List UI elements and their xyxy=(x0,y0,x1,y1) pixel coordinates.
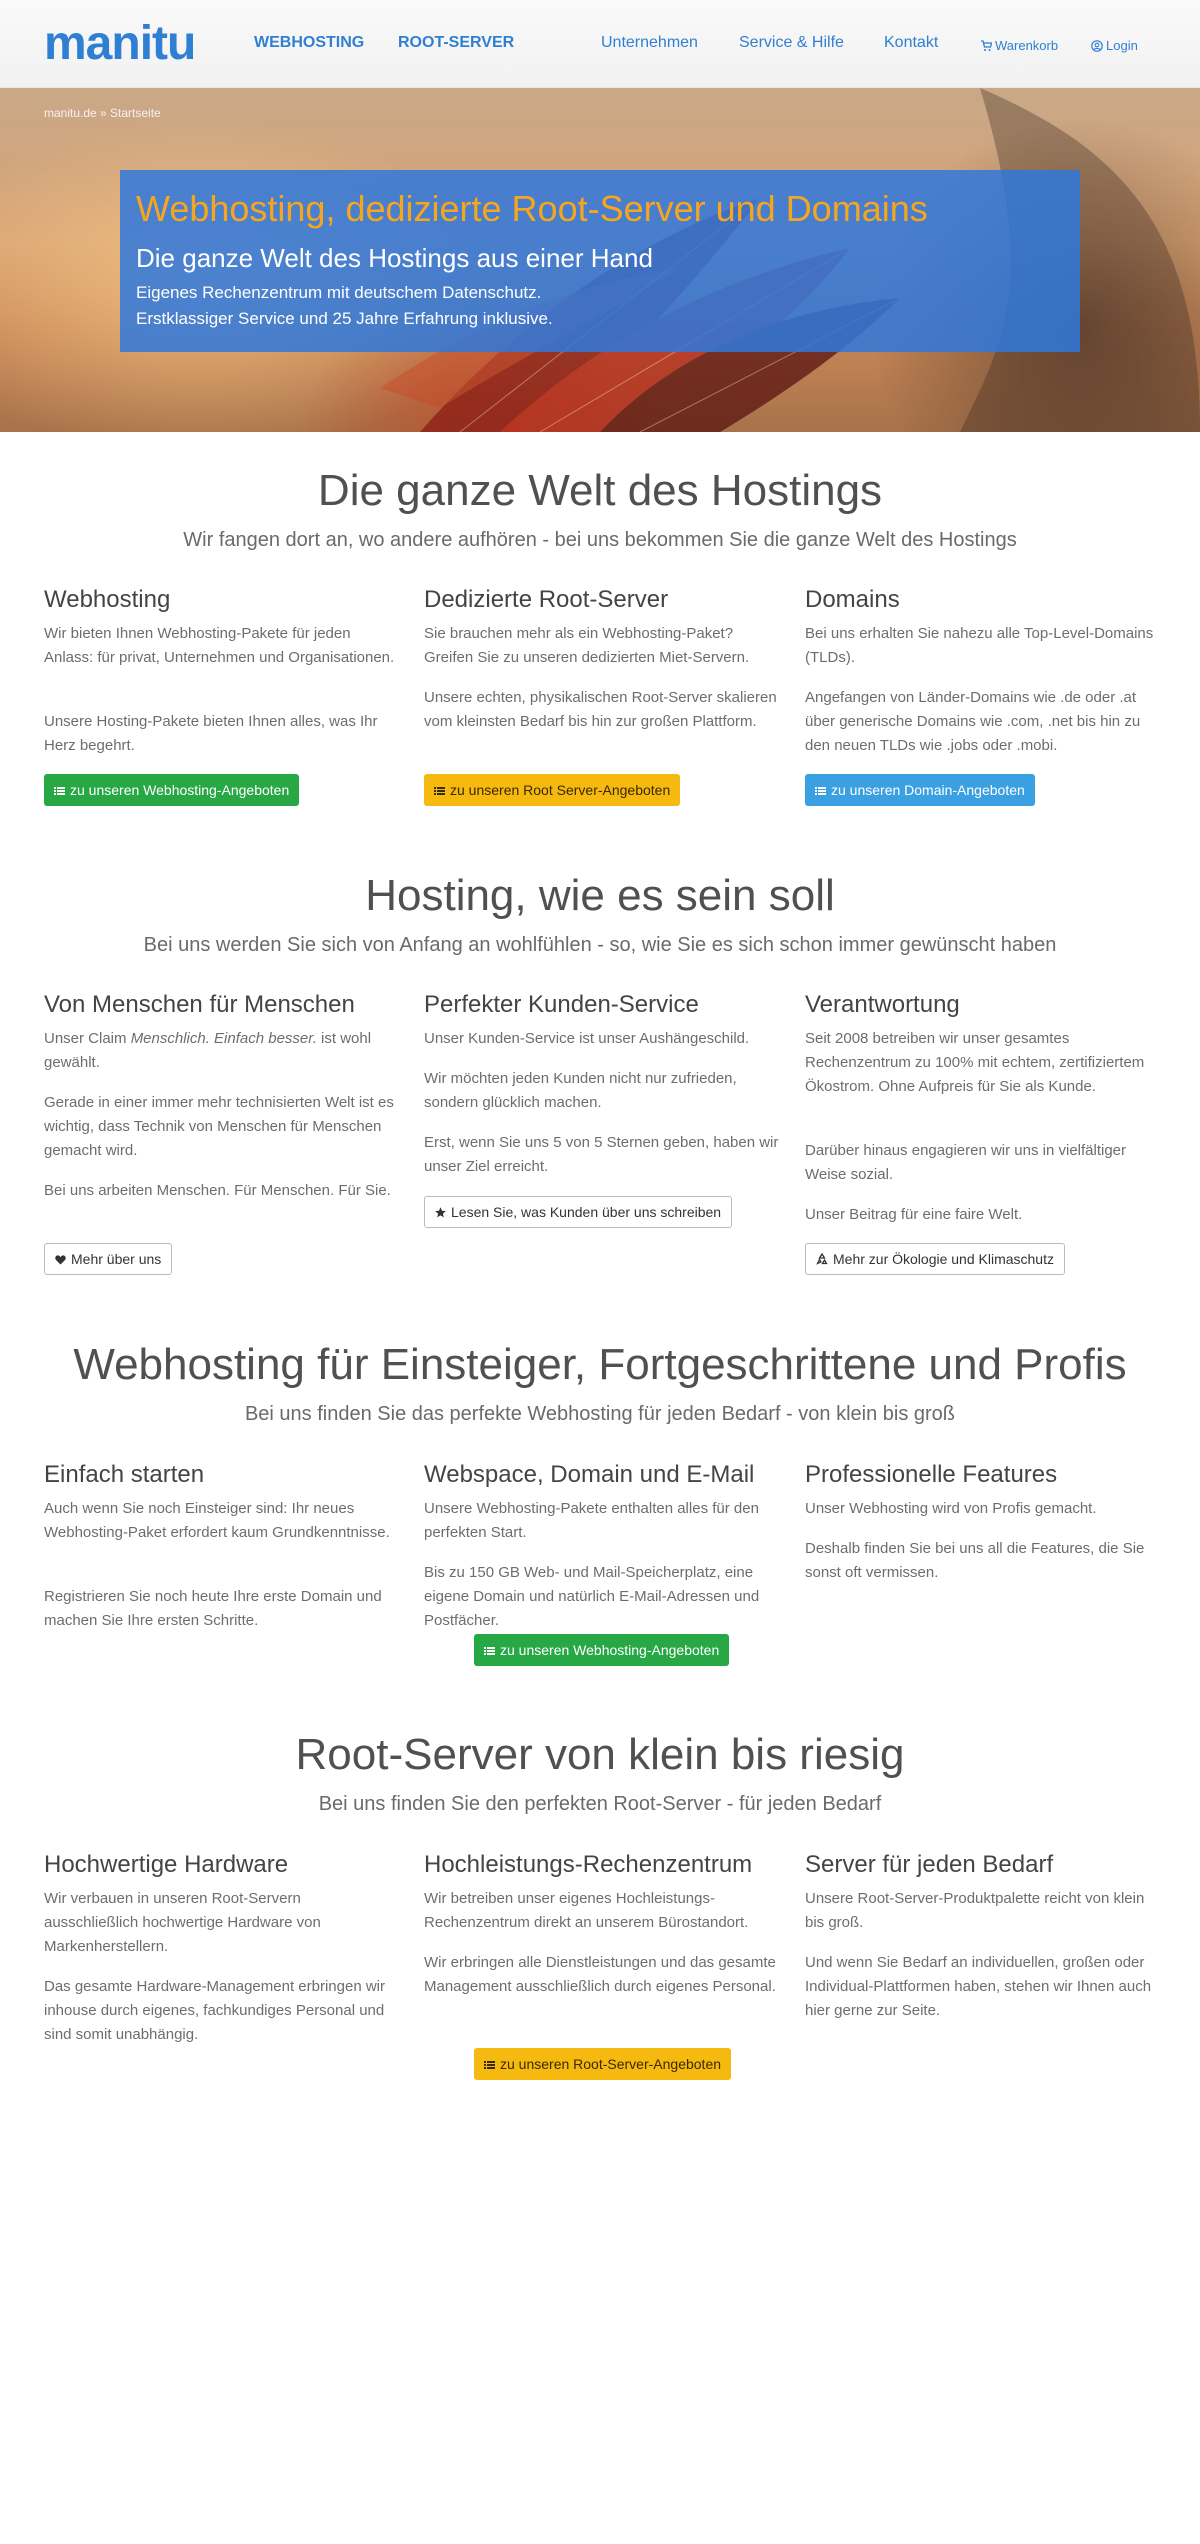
heading-any-need: Server für jeden Bedarf xyxy=(805,1851,1054,1878)
section-subtitle-hosting-world: Wir fangen dort an, wo andere aufhören -… xyxy=(183,529,1017,551)
text-root-server-2: Unsere echten, physikalischen Root-Serve… xyxy=(424,689,777,730)
text-responsibility-2: Darüber hinaus engagieren wir uns in vie… xyxy=(805,1142,1127,1183)
manitu-logo[interactable]: manitu xyxy=(44,20,196,68)
text-hardware-2: Das gesamte Hardware-Management erbringe… xyxy=(44,1978,385,2043)
button-label: zu unseren Webhosting-Angeboten xyxy=(70,782,290,798)
section-title-hosting-world: Die ganze Welt des Hostings xyxy=(317,466,883,515)
text-hardware-1: Wir verbauen in unseren Root-Servern aus… xyxy=(44,1890,321,1955)
section-subtitle-webhosting-levels: Bei uns finden Sie das perfekte Webhosti… xyxy=(244,1403,956,1425)
button-label: Mehr über uns xyxy=(71,1251,162,1267)
text-easy-start-1: Auch wenn Sie noch Einsteiger sind: Ihr … xyxy=(44,1500,390,1541)
list-icon xyxy=(484,2061,495,2069)
text-pro-features-2: Deshalb finden Sie bei uns all die Featu… xyxy=(805,1540,1145,1581)
section-subtitle-hosting-as-it-should-be: Bei uns werden Sie sich von Anfang an wo… xyxy=(143,934,1057,956)
list-icon xyxy=(815,787,826,795)
list-icon xyxy=(484,1647,495,1655)
text-any-need-2: Und wenn Sie Bedarf an individuellen, gr… xyxy=(805,1954,1152,2019)
webhosting-offers-button-2[interactable]: zu unseren Webhosting-Angeboten xyxy=(474,1634,730,1666)
nav-service-hilfe[interactable]: Service & Hilfe xyxy=(739,32,844,54)
section-title-webhosting-levels: Webhosting für Einsteiger, Fortgeschritt… xyxy=(73,1340,1127,1389)
text-service-3: Erst, wenn Sie uns 5 von 5 Sternen geben… xyxy=(424,1134,779,1175)
text-easy-start-2: Registrieren Sie noch heute Ihre erste D… xyxy=(44,1588,382,1629)
heading-easy-start: Einfach starten xyxy=(44,1461,205,1488)
text-responsibility-3: Unser Beitrag für eine faire Welt. xyxy=(805,1206,1023,1223)
heading-webhosting: Webhosting xyxy=(44,586,171,613)
hero-title: Webhosting, dedizierte Root-Server und D… xyxy=(136,188,928,229)
text-webhosting-1: Wir bieten Ihnen Webhosting-Pakete für j… xyxy=(44,625,395,666)
webhosting-offers-button[interactable]: zu unseren Webhosting-Angeboten xyxy=(44,774,300,806)
section-subtitle-root-server: Bei uns finden Sie den perfekten Root-Se… xyxy=(318,1793,882,1815)
cart-label: Warenkorb xyxy=(995,38,1059,53)
text-root-server-1: Sie brauchen mehr als ein Webhosting-Pak… xyxy=(424,625,750,666)
about-us-button[interactable]: Mehr über uns xyxy=(44,1243,173,1275)
heading-people: Von Menschen für Menschen xyxy=(44,991,355,1018)
text-any-need-1: Unsere Root-Server-Produktpalette reicht… xyxy=(805,1890,1145,1931)
text-datacenter-1: Wir betreiben unser eigenes Hochleistung… xyxy=(424,1890,749,1931)
root-server-offers-button-2[interactable]: zu unseren Root-Server-Angeboten xyxy=(474,2048,732,2080)
cart-icon xyxy=(981,40,993,51)
hero-box: Webhosting, dedizierte Root-Server und D… xyxy=(120,170,1080,352)
button-label: Mehr zur Ökologie und Klimaschutz xyxy=(833,1251,1054,1267)
button-label: zu unseren Webhosting-Angeboten xyxy=(500,1642,720,1658)
section-title-root-server: Root-Server von klein bis riesig xyxy=(295,1730,905,1779)
nav-unternehmen[interactable]: Unternehmen xyxy=(601,32,698,54)
ecology-button[interactable]: Mehr zur Ökologie und Klimaschutz xyxy=(805,1243,1065,1275)
text-domains-2: Angefangen von Länder-Domains wie .de od… xyxy=(805,689,1141,754)
cart-link[interactable]: Warenkorb xyxy=(980,35,1058,57)
text-domains-1: Bei uns erhalten Sie nahezu alle Top-Lev… xyxy=(805,625,1154,666)
heading-root-server: Dedizierte Root-Server xyxy=(424,586,669,613)
text-service-1: Unser Kunden-Service ist unser Aushänges… xyxy=(424,1030,750,1047)
nav-root-server[interactable]: ROOT-SERVER xyxy=(398,32,514,54)
login-link[interactable]: Login xyxy=(1091,35,1138,57)
text-service-2: Wir möchten jeden Kunden nicht nur zufri… xyxy=(424,1070,737,1111)
nav-webhosting[interactable]: WEBHOSTING xyxy=(254,32,364,54)
heading-responsibility: Verantwortung xyxy=(805,991,960,1018)
section-title-hosting-as-it-should-be: Hosting, wie es sein soll xyxy=(365,871,835,920)
button-label: zu unseren Domain-Angeboten xyxy=(831,782,1025,798)
user-circle-icon xyxy=(1091,40,1103,52)
breadcrumb[interactable]: manitu.de » Startseite xyxy=(44,106,161,120)
text-people-2: Gerade in einer immer mehr technisierten… xyxy=(44,1094,394,1159)
text-webhosting-2: Unsere Hosting-Pakete bieten Ihnen alles… xyxy=(44,713,378,754)
text-datacenter-2: Wir erbringen alle Dienstleistungen und … xyxy=(424,1954,776,1995)
text-people-3: Bei uns arbeiten Menschen. Für Menschen.… xyxy=(44,1182,391,1199)
site-header: manitu WEBHOSTING ROOT-SERVER Unternehme… xyxy=(0,0,1200,88)
root-server-offers-button[interactable]: zu unseren Root Server-Angeboten xyxy=(424,774,681,806)
recycle-icon xyxy=(816,1252,828,1265)
heading-domains: Domains xyxy=(805,586,900,613)
heading-hardware: Hochwertige Hardware xyxy=(44,1851,289,1878)
button-label: Lesen Sie, was Kunden über uns schreiben xyxy=(451,1204,722,1220)
text-pro-features-1: Unser Webhosting wird von Profis gemacht… xyxy=(805,1500,1097,1517)
hero-line-2: Erstklassiger Service und 25 Jahre Erfah… xyxy=(136,309,553,328)
hero-line-1: Eigenes Rechenzentrum mit deutschem Date… xyxy=(136,283,542,302)
text-webspace-1: Unsere Webhosting-Pakete enthalten alles… xyxy=(424,1500,759,1541)
button-label: zu unseren Root Server-Angeboten xyxy=(450,782,671,798)
heading-customer-service: Perfekter Kunden-Service xyxy=(424,991,699,1018)
list-icon xyxy=(54,787,65,795)
heading-webspace: Webspace, Domain und E-Mail xyxy=(424,1461,755,1488)
text-webspace-2: Bis zu 150 GB Web- und Mail-Speicherplat… xyxy=(424,1564,760,1629)
nav-kontakt[interactable]: Kontakt xyxy=(884,32,938,54)
domain-offers-button[interactable]: zu unseren Domain-Angeboten xyxy=(805,774,1035,806)
login-label: Login xyxy=(1106,38,1138,53)
hero-banner: manitu.de » Startseite Webhosting, dediz… xyxy=(0,88,1200,432)
text-people-1: Unser Claim Menschlich. Einfach besser. … xyxy=(44,1030,372,1071)
heart-icon xyxy=(55,1255,66,1265)
hero-subtitle: Die ganze Welt des Hostings aus einer Ha… xyxy=(136,243,653,273)
list-icon xyxy=(434,787,445,795)
star-icon xyxy=(435,1207,446,1218)
customer-reviews-button[interactable]: Lesen Sie, was Kunden über uns schreiben xyxy=(424,1196,733,1228)
text-responsibility-1: Seit 2008 betreiben wir unser gesamtes R… xyxy=(805,1030,1145,1095)
heading-datacenter: Hochleistungs-Rechenzentrum xyxy=(424,1851,753,1878)
heading-pro-features: Professionelle Features xyxy=(805,1461,1058,1488)
button-label: zu unseren Root-Server-Angeboten xyxy=(500,2056,722,2072)
